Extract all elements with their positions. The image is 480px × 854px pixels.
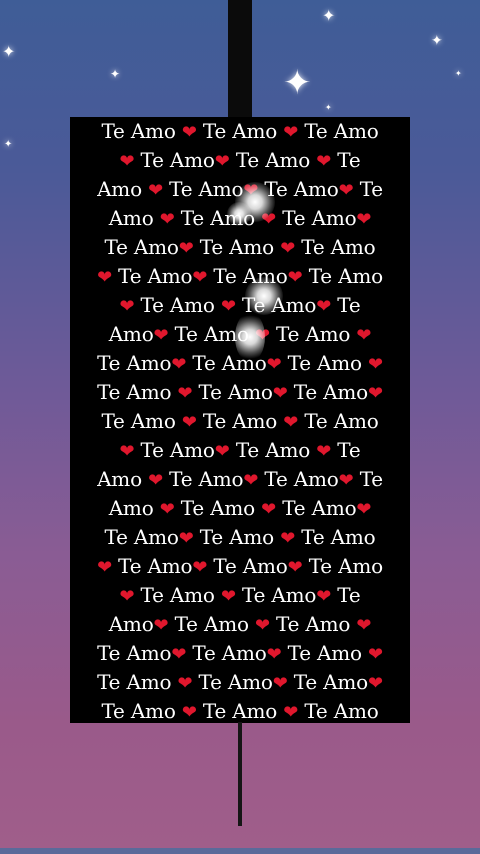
heart-icon: ❤ (266, 354, 282, 375)
phrase-row: Te Amo ❤ Te Amo ❤ Te Amo (101, 699, 379, 723)
heart-icon: ❤ (148, 180, 163, 201)
heart-icon: ❤ (97, 267, 112, 288)
heart-icon: ❤ (148, 470, 163, 491)
heart-icon: ❤ (119, 586, 135, 607)
heart-icon: ❤ (220, 586, 236, 607)
heart-icon: ❤ (214, 151, 230, 172)
heart-icon: ❤ (356, 615, 372, 636)
phrase-row: Amo ❤ Te Amo ❤ Te Amo❤ (108, 496, 372, 520)
heart-icon: ❤ (280, 528, 296, 549)
heart-icon: ❤ (192, 557, 208, 578)
te-amo-sign-panel: Te Amo ❤ Te Amo ❤ Te Amo ❤ Te Amo❤ Te Amo… (70, 117, 410, 723)
sparkle-star-icon: ✦ (325, 103, 332, 112)
heart-icon: ❤ (338, 180, 354, 201)
heart-icon: ❤ (266, 644, 282, 665)
heart-icon: ❤ (316, 441, 332, 462)
heart-icon: ❤ (272, 383, 288, 404)
heart-icon: ❤ (178, 238, 194, 259)
heart-icon: ❤ (368, 673, 383, 694)
phrase-row: Te Amo ❤ Te Amo❤ Te Amo❤ (97, 670, 383, 694)
heart-icon: ❤ (171, 644, 187, 665)
heart-icon: ❤ (119, 441, 135, 462)
heart-icon: ❤ (254, 615, 270, 636)
sparkle-star-icon: ✦ (322, 6, 336, 25)
phrase-row: Amo❤ Te Amo ❤ Te Amo ❤ (108, 612, 372, 636)
heart-icon: ❤ (159, 499, 175, 520)
heart-icon: ❤ (356, 499, 372, 520)
heart-icon: ❤ (338, 470, 354, 491)
heart-icon: ❤ (181, 122, 197, 143)
phrase-row: Amo❤ Te Amo ❤ Te Amo ❤ (108, 322, 372, 346)
phrase-row: Te Amo❤ Te Amo ❤ Te Amo (104, 525, 376, 549)
heart-icon: ❤ (97, 557, 112, 578)
heart-icon: ❤ (316, 586, 332, 607)
sparkle-star-icon: ✦ (2, 42, 16, 61)
hanging-stick (238, 722, 242, 826)
heart-icon: ❤ (192, 267, 208, 288)
heart-icon: ❤ (177, 673, 193, 694)
heart-icon: ❤ (171, 354, 187, 375)
phrase-row: ❤ Te Amo❤ Te Amo❤ Te Amo (97, 554, 383, 578)
hanging-post (228, 0, 252, 120)
phrase-row: Te Amo❤ Te Amo ❤ Te Amo (104, 235, 376, 259)
bottom-edge-bar (0, 848, 480, 854)
heart-icon: ❤ (153, 615, 169, 636)
phrase-row: Te Amo❤ Te Amo❤ Te Amo ❤ (97, 351, 383, 375)
heart-icon: ❤ (178, 528, 194, 549)
sparkle-star-icon: ✦ (283, 63, 312, 103)
heart-icon: ❤ (177, 383, 193, 404)
phrase-row: ❤ Te Amo❤ Te Amo ❤ Te (119, 438, 361, 462)
phrase-grid: Te Amo ❤ Te Amo ❤ Te Amo ❤ Te Amo❤ Te Amo… (70, 117, 410, 723)
heart-icon: ❤ (119, 151, 135, 172)
heart-icon: ❤ (368, 383, 383, 404)
heart-icon: ❤ (119, 296, 135, 317)
heart-icon: ❤ (261, 499, 277, 520)
heart-icon: ❤ (272, 673, 288, 694)
phrase-row: ❤ Te Amo❤ Te Amo ❤ Te (119, 148, 361, 172)
phrase-row: ❤ Te Amo ❤ Te Amo❤ Te (119, 583, 361, 607)
heart-icon: ❤ (356, 209, 372, 230)
sparkle-star-icon: ✦ (4, 139, 13, 150)
heart-icon: ❤ (153, 325, 169, 346)
phrase-row: Te Amo ❤ Te Amo ❤ Te Amo (101, 119, 379, 143)
phrase-row: Amo ❤ Te Amo❤ Te Amo❤ Te (97, 177, 383, 201)
heart-icon: ❤ (283, 412, 299, 433)
sparkle-star-icon: ✦ (110, 67, 121, 81)
sparkle-star-icon: ✦ (455, 69, 462, 78)
heart-icon: ❤ (254, 325, 270, 346)
heart-icon: ❤ (287, 267, 303, 288)
phrase-row: Te Amo❤ Te Amo❤ Te Amo ❤ (97, 641, 383, 665)
sparkle-star-icon: ✦ (431, 33, 443, 49)
heart-icon: ❤ (181, 412, 197, 433)
heart-icon: ❤ (283, 702, 299, 723)
phrase-row: Te Amo ❤ Te Amo❤ Te Amo❤ (97, 380, 383, 404)
phrase-row: ❤ Te Amo ❤ Te Amo❤ Te (119, 293, 361, 317)
heart-icon: ❤ (368, 644, 383, 665)
heart-icon: ❤ (316, 296, 332, 317)
heart-icon: ❤ (214, 441, 230, 462)
phrase-row: Te Amo ❤ Te Amo ❤ Te Amo (101, 409, 379, 433)
heart-icon: ❤ (261, 209, 277, 230)
heart-icon: ❤ (356, 325, 372, 346)
heart-icon: ❤ (287, 557, 303, 578)
heart-icon: ❤ (243, 180, 259, 201)
heart-icon: ❤ (159, 209, 175, 230)
heart-icon: ❤ (283, 122, 299, 143)
phrase-row: Amo ❤ Te Amo❤ Te Amo❤ Te (97, 467, 383, 491)
heart-icon: ❤ (243, 470, 259, 491)
phrase-row: Amo ❤ Te Amo ❤ Te Amo❤ (108, 206, 372, 230)
phrase-row: ❤ Te Amo❤ Te Amo❤ Te Amo (97, 264, 383, 288)
heart-icon: ❤ (280, 238, 296, 259)
heart-icon: ❤ (368, 354, 383, 375)
heart-icon: ❤ (181, 702, 197, 723)
heart-icon: ❤ (220, 296, 236, 317)
heart-icon: ❤ (316, 151, 332, 172)
